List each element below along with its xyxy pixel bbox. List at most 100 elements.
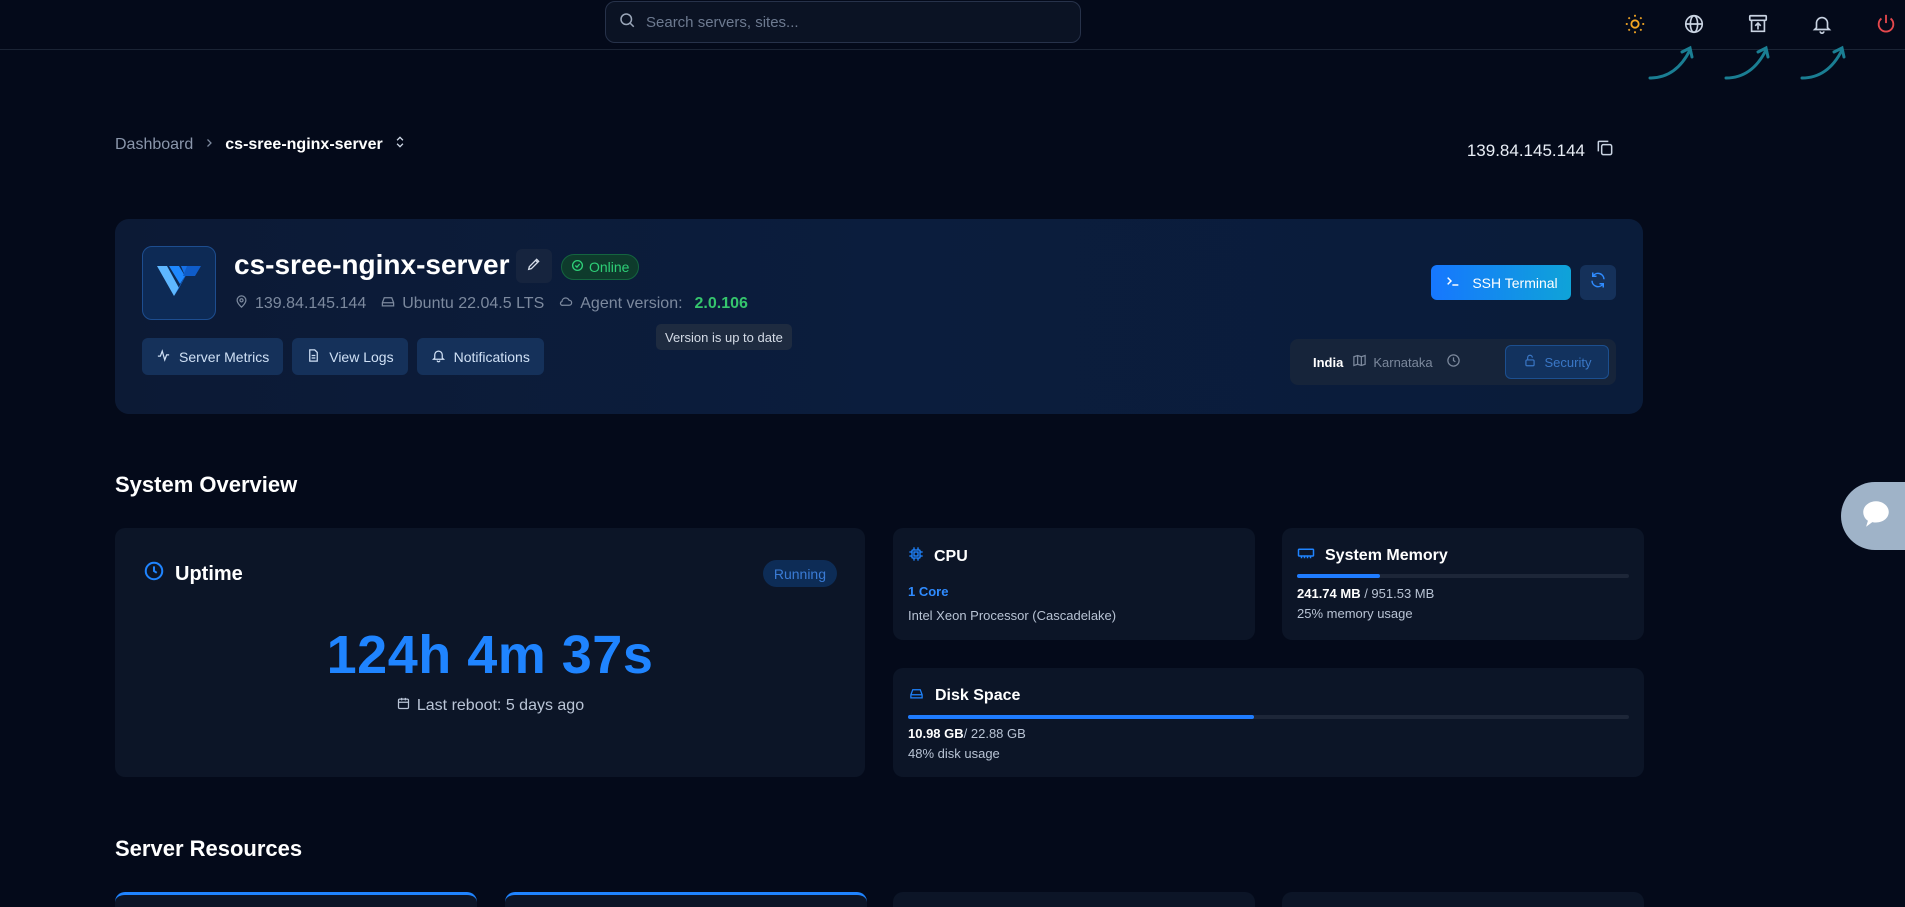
uptime-value: 124h 4m 37s	[326, 625, 654, 685]
disk-progress-fill	[908, 715, 1255, 719]
memory-icon	[1297, 546, 1315, 565]
globe-icon[interactable]	[1680, 10, 1708, 38]
chat-icon	[1859, 497, 1893, 536]
notifications-button[interactable]: Notifications	[416, 338, 544, 375]
memory-card: System Memory 241.74 MB / 951.53 MB 25% …	[1282, 528, 1644, 640]
cpu-header: CPU	[908, 546, 968, 567]
server-ip-text: 139.84.145.144	[255, 295, 367, 312]
status-badge: Online	[561, 254, 640, 280]
map-pin-icon	[234, 294, 249, 314]
uptime-header: Uptime	[143, 560, 243, 588]
server-card: cs-sree-nginx-server Online 139.84.145.1…	[115, 219, 1643, 414]
archive-upload-icon[interactable]	[1744, 10, 1772, 38]
cpu-model: Intel Xeon Processor (Cascadelake)	[908, 608, 1117, 623]
memory-progress-fill	[1297, 574, 1380, 578]
disk-label: Disk Space	[935, 687, 1021, 704]
chevron-up-down-icon[interactable]	[393, 134, 407, 155]
disk-progress-bar	[908, 715, 1629, 719]
memory-total: / 951.53 MB	[1360, 586, 1435, 601]
calendar-icon	[396, 696, 411, 716]
ssh-terminal-button[interactable]: SSH Terminal	[1431, 265, 1571, 300]
cloud-icon	[558, 294, 574, 314]
breadcrumb-current: cs-sree-nginx-server	[225, 135, 383, 153]
uptime-label: Uptime	[175, 562, 243, 585]
view-logs-button[interactable]: View Logs	[292, 338, 408, 375]
chevron-right-icon	[203, 136, 215, 154]
agent-version-value: 2.0.106	[694, 295, 748, 312]
server-metrics-label: Server Metrics	[179, 348, 270, 365]
search-icon	[618, 11, 636, 34]
running-badge: Running	[762, 560, 837, 587]
search-input[interactable]	[646, 13, 1046, 31]
hard-drive-icon	[380, 294, 396, 314]
last-reboot-text: Last reboot: 5 days ago	[416, 697, 585, 714]
notifications-label: Notifications	[453, 348, 530, 365]
header-ip-text: 139.84.145.144	[1466, 140, 1585, 160]
agent-version: Agent version: 2.0.106	[558, 294, 748, 314]
security-label: Security	[1544, 354, 1592, 370]
location-region-text: Karnataka	[1373, 354, 1433, 370]
power-icon[interactable]	[1872, 10, 1900, 38]
server-ip: 139.84.145.144	[234, 294, 366, 314]
memory-used: 241.74 MB	[1297, 586, 1361, 601]
check-circle-icon	[571, 259, 584, 275]
sun-icon[interactable]	[1621, 10, 1649, 38]
header-ip: 139.84.145.144	[1467, 138, 1615, 163]
location-box: India Karnataka Security	[1290, 339, 1616, 385]
vultr-logo-icon	[142, 246, 216, 320]
clock-icon	[1446, 353, 1461, 371]
server-os-text: Ubuntu 22.04.5 LTS	[402, 295, 545, 312]
ssh-terminal-label: SSH Terminal	[1472, 274, 1558, 291]
breadcrumb: Dashboard cs-sree-nginx-server	[115, 134, 407, 155]
file-text-icon	[306, 348, 321, 366]
disk-card: Disk Space 10.98 GB/ 22.88 GB 48% disk u…	[893, 668, 1644, 777]
resource-card	[1282, 892, 1644, 907]
copy-icon[interactable]	[1595, 138, 1615, 163]
disk-usage-values: 10.98 GB/ 22.88 GB	[908, 726, 1026, 741]
cpu-icon	[908, 546, 924, 567]
refresh-icon	[1589, 271, 1607, 294]
memory-usage-text: 25% memory usage	[1297, 606, 1413, 621]
security-button[interactable]: Security	[1505, 345, 1609, 379]
pencil-icon	[526, 256, 542, 277]
map-icon	[1352, 353, 1367, 371]
disk-usage-text: 48% disk usage	[908, 746, 1000, 761]
chat-widget-button[interactable]	[1841, 482, 1905, 550]
location-region: Karnataka	[1352, 353, 1433, 371]
memory-header: System Memory	[1297, 546, 1448, 565]
clock-icon	[143, 560, 165, 588]
terminal-icon	[1444, 273, 1462, 292]
edit-name-button[interactable]	[516, 249, 552, 283]
server-meta: 139.84.145.144 Ubuntu 22.04.5 LTS Agent …	[234, 294, 748, 314]
view-logs-label: View Logs	[329, 348, 394, 365]
bell-icon	[431, 348, 446, 366]
resource-card	[115, 892, 477, 907]
server-actions: Server Metrics View Logs Notifications	[142, 338, 544, 375]
server-resources-title: Server Resources	[115, 836, 303, 861]
cpu-cores: 1 Core	[908, 584, 949, 599]
status-text: Online	[589, 259, 630, 275]
cpu-card: CPU 1 Core Intel Xeon Processor (Cascade…	[893, 528, 1255, 640]
resource-card	[893, 892, 1255, 907]
search-bar[interactable]	[605, 1, 1081, 43]
disk-total: / 22.88 GB	[963, 726, 1026, 741]
hint-arrow-icon	[1800, 45, 1846, 80]
resource-card	[505, 892, 867, 907]
cpu-label: CPU	[934, 547, 968, 565]
server-os: Ubuntu 22.04.5 LTS	[380, 294, 544, 314]
hard-drive-icon	[908, 686, 925, 706]
system-overview-title: System Overview	[115, 472, 298, 497]
refresh-button[interactable]	[1580, 265, 1616, 300]
uptime-card: Uptime Running 124h 4m 37s Last reboot: …	[115, 528, 865, 777]
breadcrumb-dashboard-link[interactable]: Dashboard	[115, 136, 193, 154]
memory-label: System Memory	[1325, 546, 1448, 564]
server-metrics-button[interactable]: Server Metrics	[142, 338, 284, 375]
disk-used: 10.98 GB	[908, 726, 964, 741]
agent-version-label: Agent version:	[580, 295, 683, 312]
last-reboot: Last reboot: 5 days ago	[115, 696, 865, 716]
disk-header: Disk Space	[908, 686, 1020, 706]
hint-arrow-icon	[1724, 45, 1770, 80]
bell-icon[interactable]	[1808, 10, 1836, 38]
activity-icon	[156, 348, 171, 366]
top-bar	[0, 0, 1905, 50]
